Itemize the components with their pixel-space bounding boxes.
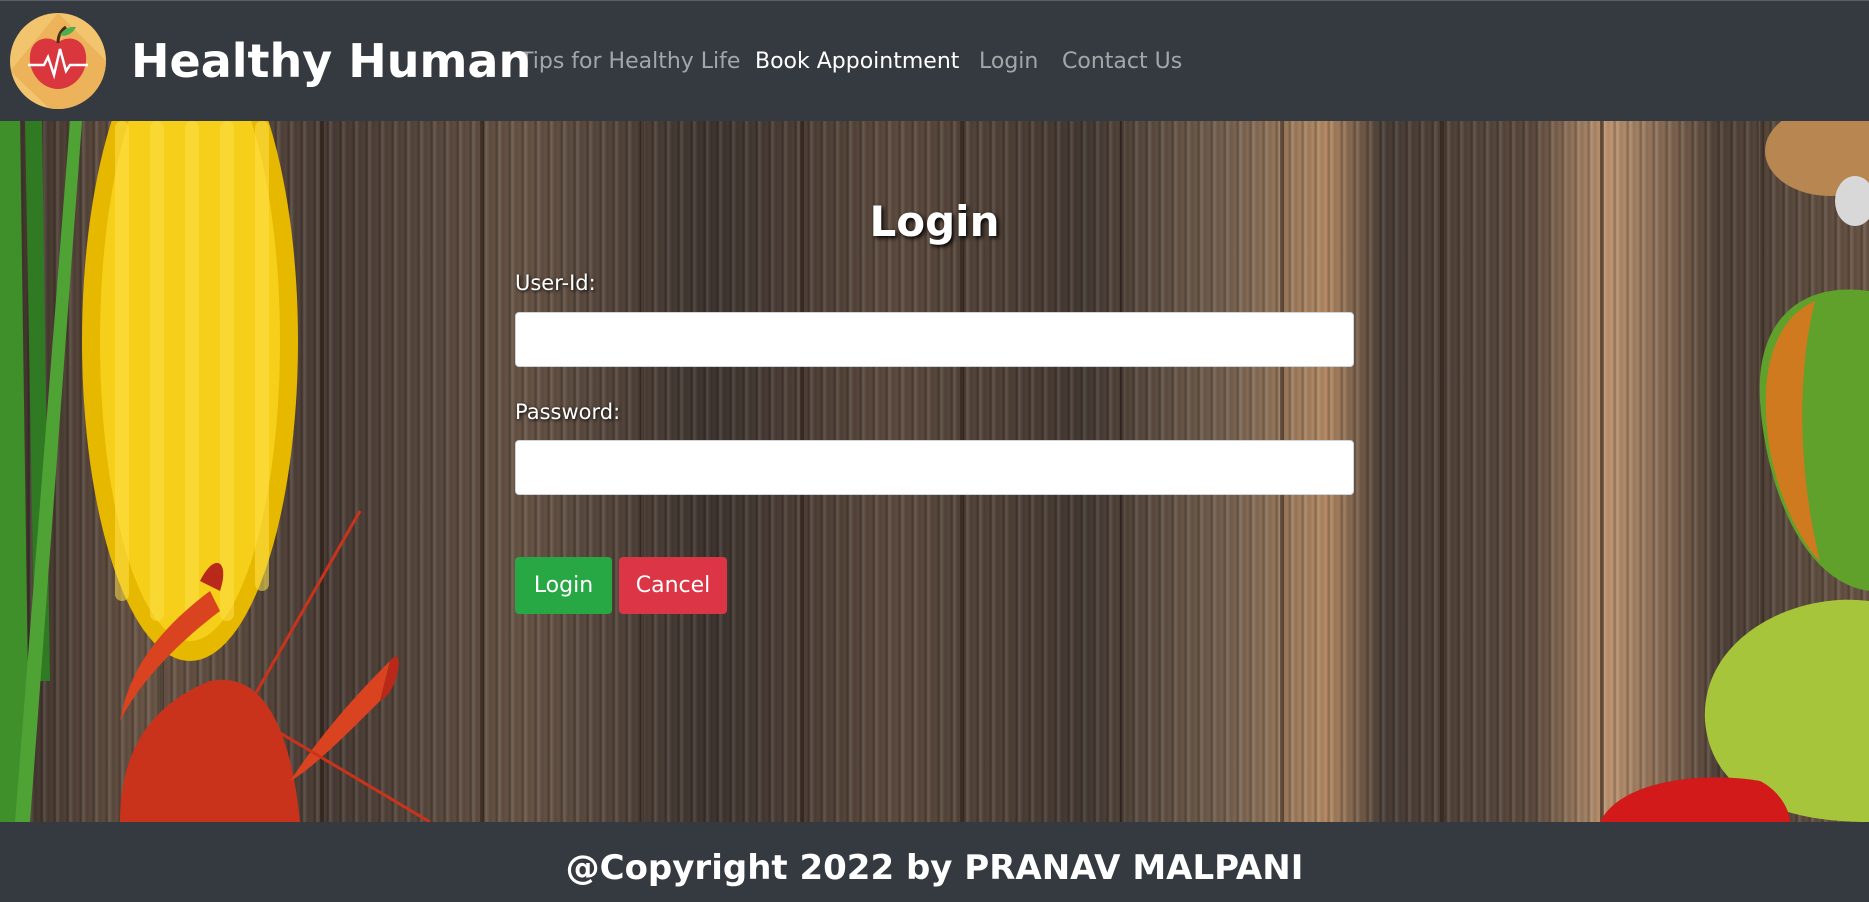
- nav-link-login[interactable]: Login: [979, 49, 1038, 74]
- copyright-text: @Copyright 2022 by PRANAV MALPANI: [565, 848, 1304, 888]
- userid-label: User-Id:: [515, 271, 596, 295]
- password-input[interactable]: [515, 440, 1354, 495]
- login-section: Login User-Id: Password: Login Cancel: [0, 121, 1869, 822]
- nav-link-book-appointment[interactable]: Book Appointment: [755, 49, 959, 74]
- login-button[interactable]: Login: [515, 557, 612, 614]
- cancel-button[interactable]: Cancel: [619, 557, 727, 614]
- nav-link-contact-us[interactable]: Contact Us: [1062, 49, 1182, 74]
- nav-link-tips[interactable]: Tips for Healthy Life: [520, 49, 740, 74]
- footer: @Copyright 2022 by PRANAV MALPANI: [0, 822, 1869, 902]
- navbar: Healthy Human Tips for Healthy Life Book…: [0, 0, 1869, 121]
- userid-input[interactable]: [515, 312, 1354, 367]
- login-title: Login: [869, 197, 1000, 246]
- password-label: Password:: [515, 400, 621, 424]
- apple-heartbeat-icon[interactable]: [10, 13, 106, 109]
- brand-title[interactable]: Healthy Human: [131, 34, 531, 88]
